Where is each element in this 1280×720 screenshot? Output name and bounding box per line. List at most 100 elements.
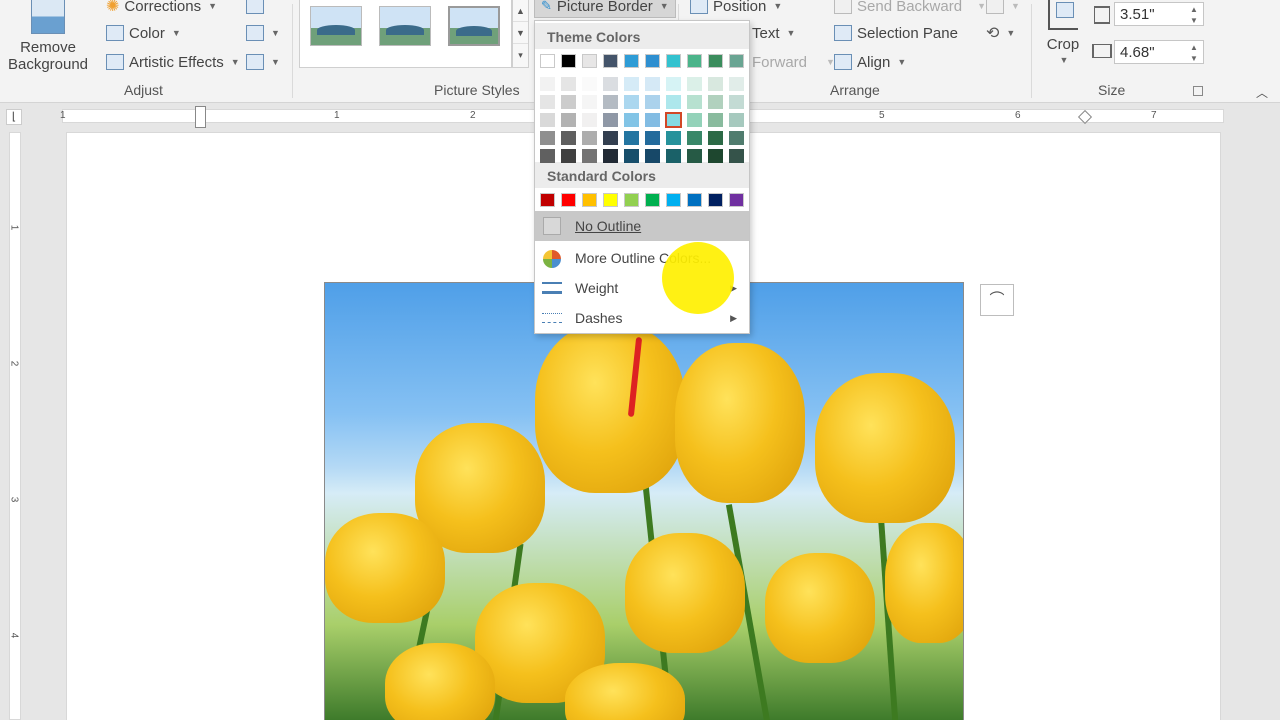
theme-color-shade-swatch[interactable] bbox=[582, 149, 597, 163]
gallery-more-icon[interactable]: ▾ bbox=[513, 44, 528, 66]
picture-border-button[interactable]: ✎ Picture Border ▼ bbox=[534, 0, 676, 18]
size-dialog-launcher-icon[interactable] bbox=[1193, 86, 1203, 96]
layout-options-icon[interactable]: ⌒ bbox=[980, 284, 1014, 316]
corrections-button[interactable]: ✺ Corrections ▼ bbox=[106, 0, 217, 18]
gallery-up-icon[interactable]: ▲ bbox=[513, 0, 528, 22]
gallery-scroll[interactable]: ▲ ▼ ▾ bbox=[512, 0, 529, 68]
standard-color-swatch[interactable] bbox=[708, 193, 723, 207]
theme-color-shade-swatch[interactable] bbox=[582, 113, 597, 127]
theme-color-swatch[interactable] bbox=[729, 54, 744, 68]
theme-color-shade-swatch[interactable] bbox=[540, 113, 555, 127]
theme-color-shade-swatch[interactable] bbox=[624, 131, 639, 145]
theme-color-shade-swatch[interactable] bbox=[729, 77, 744, 91]
theme-color-shade-swatch[interactable] bbox=[603, 95, 618, 109]
theme-color-swatch[interactable] bbox=[540, 54, 555, 68]
theme-color-shade-swatch[interactable] bbox=[603, 77, 618, 91]
send-backward-button[interactable]: Send Backward ▼ bbox=[834, 0, 986, 18]
align-button[interactable]: Align ▼ bbox=[834, 50, 906, 74]
theme-color-shade-swatch[interactable] bbox=[666, 95, 681, 109]
theme-color-shade-swatch[interactable] bbox=[708, 131, 723, 145]
theme-color-shade-swatch[interactable] bbox=[540, 77, 555, 91]
theme-color-shade-swatch[interactable] bbox=[708, 149, 723, 163]
theme-color-swatch[interactable] bbox=[561, 54, 576, 68]
theme-color-shade-swatch[interactable] bbox=[687, 149, 702, 163]
group-button[interactable]: ▼ bbox=[986, 0, 1020, 18]
theme-color-swatch[interactable] bbox=[582, 54, 597, 68]
theme-color-shade-swatch[interactable] bbox=[645, 95, 660, 109]
theme-color-shade-swatch[interactable] bbox=[665, 112, 682, 128]
wrap-text-button[interactable]: Text ▼ bbox=[752, 21, 795, 45]
theme-color-swatch[interactable] bbox=[666, 54, 681, 68]
theme-color-shade-swatch[interactable] bbox=[561, 149, 576, 163]
theme-color-shade-swatch[interactable] bbox=[624, 77, 639, 91]
theme-color-shade-swatch[interactable] bbox=[666, 131, 681, 145]
theme-color-shade-swatch[interactable] bbox=[582, 77, 597, 91]
collapse-ribbon-icon[interactable]: ︿ bbox=[1256, 84, 1268, 101]
theme-color-shade-swatch[interactable] bbox=[645, 149, 660, 163]
compress-pictures-button[interactable] bbox=[246, 0, 264, 18]
standard-color-swatch[interactable] bbox=[582, 193, 597, 207]
tab-selector[interactable]: ⌊ bbox=[6, 109, 22, 125]
crop-button[interactable]: Crop ▼ bbox=[1040, 0, 1086, 78]
theme-color-shade-swatch[interactable] bbox=[624, 95, 639, 109]
theme-color-shade-swatch[interactable] bbox=[561, 113, 576, 127]
tulip-picture[interactable] bbox=[324, 282, 964, 720]
standard-color-swatch[interactable] bbox=[645, 193, 660, 207]
standard-color-swatch[interactable] bbox=[603, 193, 618, 207]
theme-color-shade-swatch[interactable] bbox=[561, 95, 576, 109]
bring-forward-button[interactable]: Forward ▼ bbox=[752, 50, 835, 74]
rotate-button[interactable]: ⟲ ▼ bbox=[986, 21, 1015, 45]
theme-color-shade-swatch[interactable] bbox=[708, 95, 723, 109]
gallery-down-icon[interactable]: ▼ bbox=[513, 22, 528, 44]
theme-color-shade-swatch[interactable] bbox=[582, 95, 597, 109]
theme-color-shade-swatch[interactable] bbox=[603, 149, 618, 163]
theme-color-shade-swatch[interactable] bbox=[645, 77, 660, 91]
position-button[interactable]: Position ▼ bbox=[690, 0, 782, 18]
theme-color-swatch[interactable] bbox=[708, 54, 723, 68]
theme-color-shade-swatch[interactable] bbox=[603, 113, 618, 127]
theme-color-swatch[interactable] bbox=[687, 54, 702, 68]
change-picture-button[interactable]: ▼ bbox=[246, 21, 280, 45]
theme-color-shade-swatch[interactable] bbox=[624, 149, 639, 163]
theme-color-shade-swatch[interactable] bbox=[666, 149, 681, 163]
picture-style-thumb[interactable] bbox=[379, 6, 431, 46]
theme-color-shade-swatch[interactable] bbox=[729, 95, 744, 109]
reset-picture-button[interactable]: ▼ bbox=[246, 50, 280, 74]
theme-color-shade-swatch[interactable] bbox=[561, 77, 576, 91]
selection-pane-button[interactable]: Selection Pane bbox=[834, 21, 958, 45]
picture-style-thumb[interactable] bbox=[310, 6, 362, 46]
height-spinner-icon[interactable]: ▲ ▼ bbox=[1190, 4, 1278, 26]
theme-color-shade-swatch[interactable] bbox=[729, 131, 744, 145]
theme-color-shade-swatch[interactable] bbox=[645, 131, 660, 145]
picture-style-thumb[interactable] bbox=[448, 6, 500, 46]
theme-color-shade-swatch[interactable] bbox=[645, 113, 660, 127]
theme-color-shade-swatch[interactable] bbox=[687, 131, 702, 145]
theme-color-shade-swatch[interactable] bbox=[582, 131, 597, 145]
theme-color-swatch[interactable] bbox=[624, 54, 639, 68]
standard-color-swatch[interactable] bbox=[729, 193, 744, 207]
theme-color-swatch[interactable] bbox=[645, 54, 660, 68]
standard-color-swatch[interactable] bbox=[666, 193, 681, 207]
theme-color-shade-swatch[interactable] bbox=[540, 95, 555, 109]
theme-color-shade-swatch[interactable] bbox=[729, 149, 744, 163]
remove-background-button[interactable]: Remove Background bbox=[4, 0, 92, 80]
indent-marker[interactable] bbox=[195, 106, 206, 128]
theme-color-shade-swatch[interactable] bbox=[540, 131, 555, 145]
width-spinner-icon[interactable]: ▲ ▼ bbox=[1190, 42, 1278, 64]
theme-color-shade-swatch[interactable] bbox=[666, 77, 681, 91]
standard-color-swatch[interactable] bbox=[624, 193, 639, 207]
artistic-effects-button[interactable]: Artistic Effects ▼ bbox=[106, 50, 240, 74]
theme-color-shade-swatch[interactable] bbox=[687, 95, 702, 109]
theme-color-shade-swatch[interactable] bbox=[540, 149, 555, 163]
theme-color-swatch[interactable] bbox=[603, 54, 618, 68]
no-outline-item[interactable]: No Outline bbox=[535, 211, 749, 241]
theme-color-shade-swatch[interactable] bbox=[561, 131, 576, 145]
theme-color-shade-swatch[interactable] bbox=[624, 113, 639, 127]
standard-color-swatch[interactable] bbox=[540, 193, 555, 207]
theme-color-shade-swatch[interactable] bbox=[603, 131, 618, 145]
standard-color-swatch[interactable] bbox=[561, 193, 576, 207]
theme-color-shade-swatch[interactable] bbox=[708, 113, 723, 127]
theme-color-shade-swatch[interactable] bbox=[687, 113, 702, 127]
theme-color-shade-swatch[interactable] bbox=[708, 77, 723, 91]
theme-color-shade-swatch[interactable] bbox=[729, 113, 744, 127]
